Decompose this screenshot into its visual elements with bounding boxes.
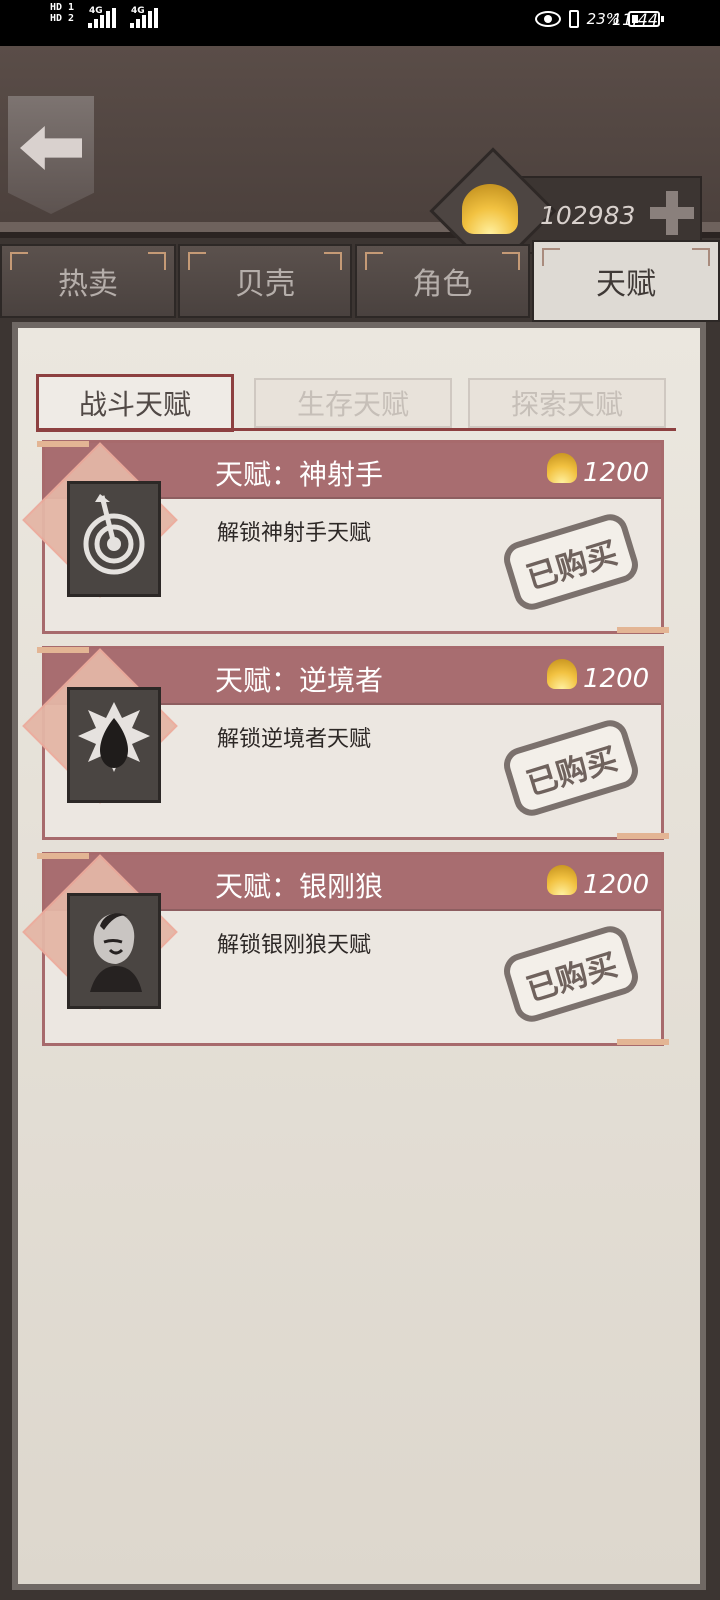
decoration	[617, 1039, 669, 1045]
tab-shell[interactable]: 贝壳	[178, 244, 352, 318]
sim2-label: HD 2	[50, 13, 75, 24]
shell-icon	[462, 184, 518, 234]
top-header: 102983	[0, 46, 720, 275]
talent-price: 1200	[583, 664, 650, 694]
talent-card: 天赋：神射手 1200 解锁神射手天赋 已购买	[22, 440, 669, 634]
sim1-label: HD 1	[50, 2, 75, 13]
subtab-label: 探索天赋	[510, 388, 623, 421]
currency-amount: 102983	[540, 201, 636, 230]
tab-character[interactable]: 角色	[355, 244, 530, 318]
talent-title: 天赋：神射手	[215, 458, 384, 491]
eye-icon	[534, 11, 561, 27]
purchased-badge: 已购买	[499, 715, 643, 821]
purchased-badge: 已购买	[499, 921, 643, 1027]
talent-description: 解锁逆境者天赋	[217, 727, 372, 752]
subtab-label: 战斗天赋	[78, 388, 191, 421]
vibrate-icon	[568, 10, 579, 28]
tab-label: 热卖	[58, 267, 118, 302]
talent-title: 天赋：银刚狼	[215, 870, 384, 903]
talent-description: 解锁银刚狼天赋	[217, 933, 372, 958]
talent-card: 天赋：银刚狼 1200 解锁银刚狼天赋 已购买	[22, 852, 669, 1046]
purchased-badge: 已购买	[499, 509, 643, 615]
time-text: 11:44	[611, 10, 658, 29]
sim-status: HD 1 HD 2	[50, 2, 74, 24]
subtab-explore[interactable]: 探索天赋	[468, 378, 666, 428]
network-label: 4G	[131, 6, 145, 16]
subtab-underline	[36, 428, 676, 431]
talent-description: 解锁神射手天赋	[217, 521, 372, 546]
decoration	[37, 853, 89, 859]
network-label: 4G	[89, 6, 103, 16]
talent-title: 天赋：逆境者	[215, 664, 384, 697]
shell-icon	[547, 659, 577, 689]
shell-icon	[547, 453, 577, 483]
tab-label: 角色	[412, 267, 473, 302]
status-bar: HD 1 HD 2 4G 4G 23% 11:44	[0, 0, 720, 46]
tab-label: 贝壳	[235, 267, 295, 302]
subtab-combat[interactable]: 战斗天赋	[36, 374, 234, 432]
add-currency-button[interactable]	[650, 191, 694, 235]
tab-talent[interactable]: 天赋	[532, 240, 720, 322]
shell-icon	[547, 865, 577, 895]
decoration	[37, 647, 89, 653]
back-button[interactable]	[8, 96, 94, 214]
decoration	[37, 441, 89, 447]
subtab-survival[interactable]: 生存天赋	[254, 378, 452, 428]
target-arrow-icon	[67, 481, 161, 597]
talent-price: 1200	[583, 870, 650, 900]
talent-price: 1200	[583, 458, 650, 488]
tab-hot[interactable]: 热卖	[0, 244, 176, 318]
talent-card: 天赋：逆境者 1200 解锁逆境者天赋 已购买	[22, 646, 669, 840]
tab-label: 天赋	[596, 267, 656, 302]
decoration	[617, 833, 669, 839]
back-arrow-icon	[20, 126, 82, 170]
main-tabs: 热卖 贝壳 角色 天赋	[0, 240, 720, 322]
talent-subtabs: 战斗天赋 生存天赋 探索天赋	[36, 374, 676, 434]
droplet-burst-icon	[67, 687, 161, 803]
subtab-label: 生存天赋	[296, 388, 409, 421]
decoration	[617, 627, 669, 633]
portrait-icon	[67, 893, 161, 1009]
